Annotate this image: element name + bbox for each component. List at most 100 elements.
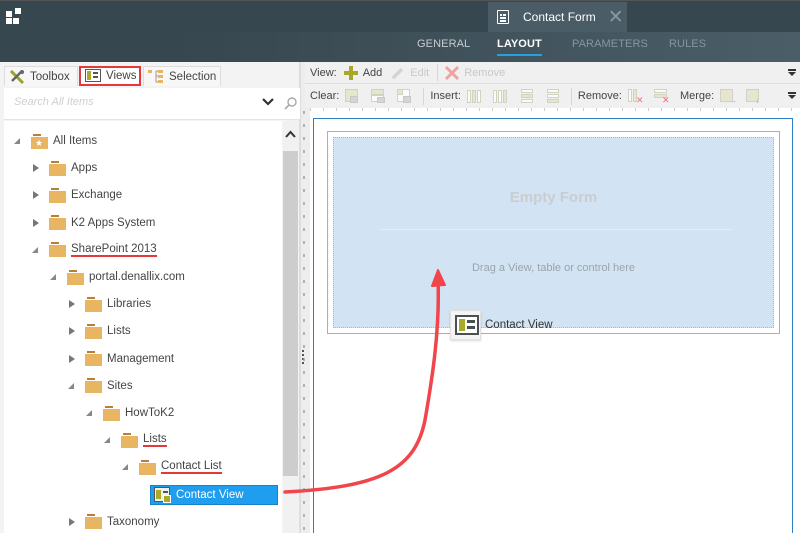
remove-row-icon[interactable]: ✕	[653, 88, 670, 104]
remove-view-button[interactable]: Remove	[444, 65, 505, 81]
search-bar	[4, 88, 300, 120]
tree-item[interactable]: Sites	[68, 376, 133, 396]
chevron-down-icon[interactable]	[260, 94, 276, 110]
tree-item[interactable]: Contact List	[122, 457, 222, 477]
remove-view-label: Remove	[464, 66, 506, 79]
tree-item[interactable]: portal.denallix.com	[50, 267, 185, 287]
folder-icon	[103, 405, 120, 421]
folder-icon	[139, 459, 156, 475]
tab-layout[interactable]: LAYOUT	[497, 38, 542, 56]
tree-item-label: All Items	[53, 135, 98, 147]
panel-tabs: Toolbox Views Selection	[0, 62, 300, 88]
app-launcher-icon[interactable]	[6, 8, 22, 24]
remove-column-icon[interactable]: ✕	[627, 88, 644, 104]
scrollbar-thumb[interactable]	[283, 151, 298, 476]
expanded-arrow-icon[interactable]	[32, 246, 40, 254]
collapsed-arrow-icon[interactable]	[32, 164, 40, 173]
insert-row-above-icon[interactable]	[519, 88, 533, 104]
insert-column-left-icon[interactable]	[466, 89, 481, 104]
left-panel: Toolbox Views Selection Search All Items…	[0, 62, 300, 533]
header-top-strip	[0, 1, 800, 32]
collapsed-arrow-icon[interactable]	[32, 191, 40, 200]
tree-item[interactable]: Management	[68, 349, 174, 369]
folder-icon	[85, 296, 102, 312]
document-tab-title: Contact Form	[523, 10, 596, 24]
x-icon	[444, 65, 460, 81]
tree-item-label: Apps	[71, 162, 98, 175]
app-header: Contact Form ✕ GENERAL LAYOUT PARAMETERS…	[0, 0, 800, 62]
tree-item[interactable]: Libraries	[68, 294, 151, 314]
tab-selection[interactable]: Selection	[143, 66, 221, 86]
tree-item[interactable]: HowToK2	[86, 403, 174, 423]
tree-item[interactable]: SharePoint 2013	[32, 240, 157, 260]
tree-item-label: Sites	[107, 379, 133, 392]
drag-ghost-label: Contact View	[485, 319, 553, 331]
designer-tabs: GENERAL LAYOUT PARAMETERS RULES	[0, 32, 800, 63]
tab-rules[interactable]: RULES	[669, 38, 706, 54]
layout-toolbar: View: Add Edit Remove Clear: Insert: Rem…	[305, 62, 800, 108]
clear-cell-icon[interactable]	[345, 88, 359, 104]
tab-views[interactable]: Views	[79, 66, 141, 86]
merge-right-icon[interactable]: →	[720, 88, 737, 104]
tree-item[interactable]: Lists	[104, 430, 167, 450]
tab-general[interactable]: GENERAL	[417, 38, 470, 54]
folder-icon	[121, 432, 138, 448]
expanded-arrow-icon[interactable]	[14, 137, 22, 145]
collapsed-arrow-icon[interactable]	[68, 327, 76, 336]
drop-zone[interactable]: Empty Form Drag a View, table or control…	[333, 137, 774, 328]
clear-row-icon[interactable]	[371, 88, 386, 104]
toolbar-overflow-icon[interactable]	[788, 69, 796, 77]
toolbar-separator	[570, 87, 572, 105]
search-input[interactable]	[14, 96, 244, 108]
collapsed-arrow-icon[interactable]	[32, 218, 40, 227]
insert-label: Insert:	[430, 90, 461, 102]
insert-row-below-icon[interactable]	[545, 88, 559, 104]
folder-icon	[85, 323, 102, 339]
tree-scrollbar[interactable]	[283, 121, 298, 533]
scroll-up-icon[interactable]	[285, 129, 296, 140]
expanded-arrow-icon[interactable]	[86, 409, 94, 417]
merge-down-icon[interactable]: ↓	[746, 88, 760, 104]
tab-toolbox[interactable]: Toolbox	[4, 66, 78, 86]
view-icon	[154, 487, 171, 504]
edit-view-button[interactable]: Edit	[390, 65, 429, 81]
add-view-label: Add	[362, 66, 383, 79]
toolbar-overflow-icon[interactable]	[788, 92, 796, 100]
view-icon	[85, 69, 101, 83]
tab-parameters[interactable]: PARAMETERS	[572, 38, 648, 54]
collapsed-arrow-icon[interactable]	[68, 517, 76, 526]
collapsed-arrow-icon[interactable]	[68, 300, 76, 309]
tree-item[interactable]: Exchange	[32, 185, 122, 205]
tree-item[interactable]: Apps	[32, 158, 97, 178]
tree-item-label: Management	[107, 352, 175, 365]
expanded-arrow-icon[interactable]	[50, 273, 58, 281]
tree-item-label: Exchange	[71, 189, 123, 202]
folder-icon	[49, 242, 66, 258]
close-icon[interactable]: ✕	[608, 7, 624, 27]
clear-table-icon[interactable]	[397, 88, 412, 104]
panel-splitter[interactable]	[300, 62, 310, 533]
expanded-arrow-icon[interactable]	[104, 436, 112, 444]
tree-item-label: K2 Apps System	[71, 216, 156, 229]
toolbar-separator	[437, 64, 439, 81]
tree-item[interactable]: ★ All Items	[14, 131, 97, 151]
expanded-arrow-icon[interactable]	[122, 463, 130, 471]
tree-item-label: Lists	[107, 325, 131, 338]
tree-item[interactable]: Lists	[68, 321, 131, 341]
hierarchy-icon	[148, 69, 164, 84]
add-view-button[interactable]: Add	[343, 65, 383, 81]
form-canvas[interactable]: Empty Form Drag a View, table or control…	[313, 118, 793, 533]
document-tab[interactable]: Contact Form ✕	[488, 2, 627, 32]
insert-column-right-icon[interactable]	[492, 89, 507, 104]
search-icon[interactable]	[284, 96, 298, 110]
tree-item-selected[interactable]: Contact View	[150, 484, 278, 505]
table-toolbar-row: Clear: Insert: Remove: ✕ ✕ Merge: → ↓	[305, 85, 800, 107]
vertical-ruler	[303, 111, 305, 533]
expanded-arrow-icon[interactable]	[68, 382, 76, 390]
empty-form-divider	[379, 229, 733, 230]
tree-item-label: SharePoint 2013	[71, 242, 157, 257]
tree-item[interactable]: K2 Apps System	[32, 213, 155, 233]
folder-icon	[85, 351, 102, 367]
collapsed-arrow-icon[interactable]	[68, 354, 76, 363]
tree-item[interactable]: Taxonomy	[68, 512, 159, 532]
